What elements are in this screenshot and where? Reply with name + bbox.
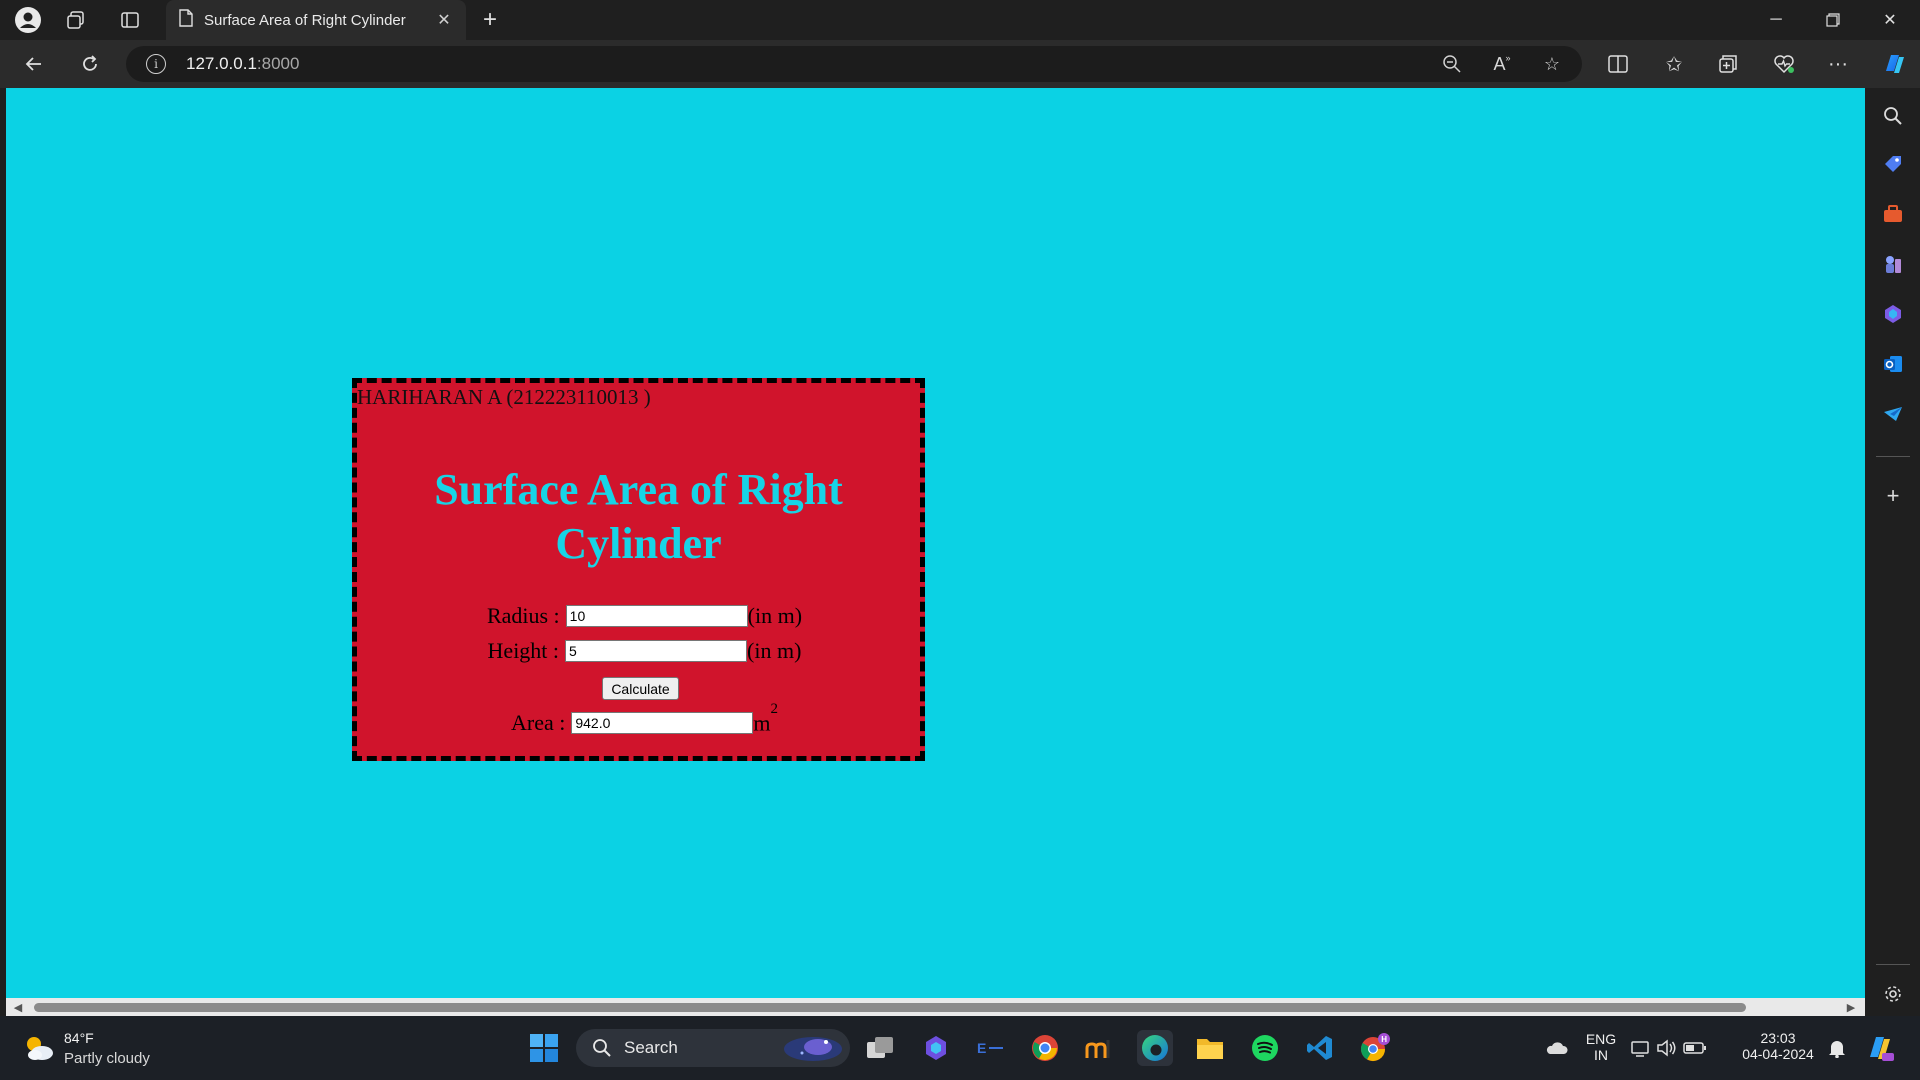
scrollbar-thumb[interactable] xyxy=(34,1003,1746,1012)
close-window-button[interactable]: ✕ xyxy=(1862,0,1918,40)
tab-close-icon[interactable]: ✕ xyxy=(434,10,454,30)
profile-icon[interactable] xyxy=(8,0,48,40)
read-aloud-icon[interactable]: A» xyxy=(1484,46,1520,82)
radius-label: Radius : xyxy=(486,603,560,628)
refresh-button[interactable] xyxy=(72,48,108,80)
back-button[interactable] xyxy=(16,48,52,80)
sidebar-divider xyxy=(1876,456,1910,457)
volume-icon[interactable] xyxy=(1656,1030,1678,1066)
tab-active[interactable]: Surface Area of Right Cylinder ✕ xyxy=(166,0,466,40)
tools-briefcase-icon[interactable] xyxy=(1879,200,1907,228)
clock[interactable]: 23:03 04-04-2024 xyxy=(1730,1030,1826,1062)
favorites-icon[interactable]: ✩ xyxy=(1656,48,1692,80)
vscode-icon[interactable] xyxy=(1302,1030,1338,1066)
collections-icon[interactable] xyxy=(1710,48,1746,80)
search-label: Search xyxy=(624,1038,678,1057)
height-input[interactable] xyxy=(565,640,748,662)
calculate-button[interactable]: Calculate xyxy=(602,677,679,700)
outlook-icon[interactable] xyxy=(1879,350,1907,378)
scroll-right-arrow-icon[interactable]: ▶ xyxy=(1844,1000,1858,1014)
radius-input[interactable] xyxy=(565,605,748,627)
onedrive-cloud-icon[interactable] xyxy=(1538,1030,1574,1066)
browser-essentials-icon[interactable] xyxy=(1766,48,1802,80)
send-drop-icon[interactable] xyxy=(1879,400,1907,428)
chrome-icon[interactable] xyxy=(1027,1030,1063,1066)
calculator-card: HARIHARAN A (212223110013 ) Surface Area… xyxy=(352,378,925,761)
minimize-button[interactable]: ─ xyxy=(1748,0,1804,40)
browser-toolbar: i 127.0.0.1:8000 A» ☆ ✩ ··· xyxy=(0,40,1920,88)
search-highlight-image-icon xyxy=(782,1033,844,1068)
tab-actions-icon[interactable] xyxy=(110,0,150,40)
student-info: HARIHARAN A (212223110013 ) xyxy=(357,385,651,409)
clock-time: 23:03 xyxy=(1760,1030,1796,1046)
moodle-icon[interactable] xyxy=(1082,1030,1118,1066)
zoom-out-icon[interactable] xyxy=(1434,46,1470,82)
shopping-tag-icon[interactable] xyxy=(1879,150,1907,178)
more-options-icon[interactable]: ··· xyxy=(1820,48,1856,80)
file-explorer-icon[interactable] xyxy=(1192,1030,1228,1066)
copilot-icon[interactable] xyxy=(1876,48,1912,80)
height-unit: (in m) xyxy=(747,638,802,663)
clock-date: 04-04-2024 xyxy=(1742,1046,1814,1062)
sidebar-search-icon[interactable] xyxy=(1879,102,1907,130)
language-indicator[interactable]: ENG IN xyxy=(1584,1031,1618,1063)
sidebar-divider xyxy=(1876,964,1910,965)
new-tab-button[interactable]: + xyxy=(474,4,506,36)
split-screen-icon[interactable] xyxy=(1600,48,1636,80)
weather-temperature[interactable]: 84°F xyxy=(64,1030,94,1046)
radius-unit: (in m) xyxy=(747,603,803,628)
taskbar-search[interactable]: Search xyxy=(576,1029,850,1067)
svg-text:E: E xyxy=(977,1040,986,1056)
windows-start-icon[interactable] xyxy=(526,1030,562,1066)
area-output[interactable] xyxy=(571,712,754,735)
edge-sidebar: + xyxy=(1866,88,1920,1016)
copilot-sidebar-icon[interactable] xyxy=(1879,300,1907,328)
scroll-left-arrow-icon[interactable]: ◀ xyxy=(11,1000,25,1014)
windows-taskbar: 84°F Partly cloudy Search E H ENG IN 23:… xyxy=(0,1016,1920,1080)
chrome-profile-icon[interactable]: H xyxy=(1357,1030,1393,1066)
app-e-icon[interactable]: E xyxy=(972,1030,1008,1066)
page-heading: Surface Area of Right Cylinder xyxy=(434,465,843,568)
copilot-taskbar-icon[interactable] xyxy=(918,1030,954,1066)
height-label: Height : xyxy=(487,638,560,663)
page-viewport: HARIHARAN A (212223110013 ) Surface Area… xyxy=(6,88,1865,1016)
weather-partly-cloudy-icon[interactable] xyxy=(22,1032,54,1064)
notification-bell-icon[interactable] xyxy=(1826,1030,1848,1066)
battery-icon[interactable] xyxy=(1683,1030,1707,1066)
restore-button[interactable] xyxy=(1805,0,1861,40)
area-row: Area : m2 xyxy=(363,701,926,736)
tab-title: Surface Area of Right Cylinder xyxy=(204,11,406,29)
copilot-tray-icon[interactable] xyxy=(1862,1030,1898,1066)
task-view-icon[interactable] xyxy=(862,1030,898,1066)
favorite-star-icon[interactable]: ☆ xyxy=(1534,46,1570,82)
tab-strip: Surface Area of Right Cylinder ✕ + ─ ✕ xyxy=(0,0,1920,40)
search-icon xyxy=(593,1039,611,1057)
network-icon[interactable] xyxy=(1630,1030,1652,1066)
address-bar[interactable]: i 127.0.0.1:8000 A» ☆ xyxy=(126,46,1582,82)
spotify-icon[interactable] xyxy=(1247,1030,1283,1066)
add-sidebar-app-icon[interactable]: + xyxy=(1879,482,1907,510)
svg-text:H: H xyxy=(1381,1035,1387,1044)
area-unit-exponent: 2 xyxy=(770,701,778,717)
sidebar-settings-gear-icon[interactable] xyxy=(1879,980,1907,1008)
url-text[interactable]: 127.0.0.1:8000 xyxy=(186,54,299,74)
radius-row: Radius : (in m) xyxy=(363,603,926,629)
height-row: Height : (in m) xyxy=(363,638,926,664)
weather-description[interactable]: Partly cloudy xyxy=(64,1050,150,1067)
page-icon xyxy=(178,8,194,32)
games-chess-icon[interactable] xyxy=(1879,250,1907,278)
site-info-icon[interactable]: i xyxy=(146,54,166,74)
edge-icon[interactable] xyxy=(1137,1030,1173,1066)
area-label: Area : xyxy=(511,710,566,736)
horizontal-scrollbar[interactable]: ◀ ▶ xyxy=(6,998,1865,1016)
workspaces-icon[interactable] xyxy=(56,0,96,40)
area-unit: m2 xyxy=(753,701,778,736)
